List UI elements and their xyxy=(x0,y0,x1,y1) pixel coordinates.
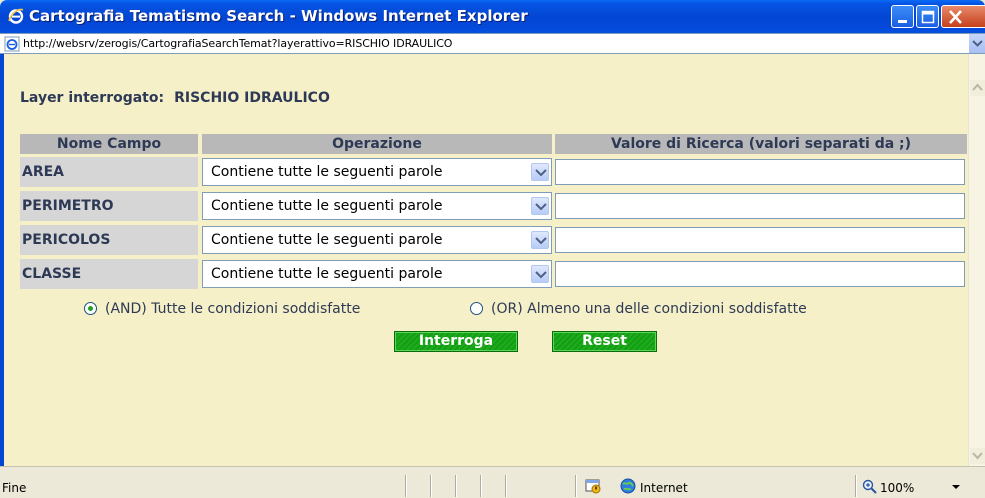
layer-value: RISCHIO IDRAULICO xyxy=(174,90,330,106)
chevron-down-icon xyxy=(535,237,547,245)
zoom-icon[interactable] xyxy=(862,479,878,495)
address-dropdown-button[interactable] xyxy=(968,34,985,53)
chevron-down-icon xyxy=(535,271,547,279)
radio-or[interactable]: (OR) Almeno una delle condizioni soddisf… xyxy=(470,301,807,317)
header-operazione: Operazione xyxy=(202,134,552,154)
chevron-down-icon xyxy=(972,452,983,460)
operation-select-area[interactable]: Contiene tutte le seguenti parole xyxy=(202,158,552,186)
value-input-area[interactable] xyxy=(555,159,965,185)
field-name-perimetro: PERIMETRO xyxy=(20,191,198,221)
status-divider xyxy=(405,475,406,497)
operation-select-value: Contiene tutte le seguenti parole xyxy=(211,232,443,248)
page-content: Layer interrogato: RISCHIO IDRAULICO Nome… xyxy=(0,54,968,466)
field-name-area: AREA xyxy=(20,157,198,187)
operation-select-pericolos[interactable]: Contiene tutte le seguenti parole xyxy=(202,226,552,254)
field-name-pericolos: PERICOLOS xyxy=(20,225,198,255)
internet-zone-icon xyxy=(620,478,636,494)
value-input-classe[interactable] xyxy=(555,261,965,287)
select-dropdown-button[interactable] xyxy=(531,231,549,249)
reset-button[interactable]: Reset xyxy=(552,331,657,352)
close-icon xyxy=(949,10,962,24)
operation-select-value: Contiene tutte le seguenti parole xyxy=(211,198,443,214)
radio-or-label: (OR) Almeno una delle condizioni soddisf… xyxy=(491,301,807,317)
select-dropdown-button[interactable] xyxy=(531,197,549,215)
status-divider xyxy=(430,475,431,497)
select-dropdown-button[interactable] xyxy=(531,163,549,181)
page-icon xyxy=(4,36,20,52)
value-input-pericolos[interactable] xyxy=(555,227,965,253)
header-nome-campo: Nome Campo xyxy=(20,134,198,154)
security-zone-label: Internet xyxy=(640,481,688,495)
operation-select-value: Contiene tutte le seguenti parole xyxy=(211,266,443,282)
title-bar: Cartografia Tematismo Search - Windows I… xyxy=(0,0,985,33)
layer-info: Layer interrogato: RISCHIO IDRAULICO xyxy=(20,90,330,106)
ie-logo-icon xyxy=(8,8,24,24)
select-dropdown-button[interactable] xyxy=(531,265,549,283)
scroll-up-button[interactable] xyxy=(970,80,985,96)
popup-blocker-icon[interactable] xyxy=(585,478,601,494)
status-divider xyxy=(480,475,481,497)
zoom-level[interactable]: 100% xyxy=(880,481,914,495)
operation-select-perimetro[interactable]: Contiene tutte le seguenti parole xyxy=(202,192,552,220)
status-divider xyxy=(575,475,576,497)
status-divider xyxy=(855,475,856,497)
chevron-down-icon xyxy=(535,169,547,177)
interroga-button[interactable]: Interroga xyxy=(394,331,518,352)
close-button[interactable] xyxy=(941,5,985,28)
chevron-down-icon xyxy=(535,203,547,211)
window-title: Cartografia Tematismo Search - Windows I… xyxy=(29,7,528,25)
operation-select-value: Contiene tutte le seguenti parole xyxy=(211,164,443,180)
vertical-scrollbar[interactable] xyxy=(968,54,985,466)
status-text: Fine xyxy=(2,481,27,495)
radio-and-button[interactable] xyxy=(84,302,97,315)
maximize-button[interactable] xyxy=(916,5,939,28)
value-input-perimetro[interactable] xyxy=(555,193,965,219)
status-divider xyxy=(505,475,506,497)
maximize-icon xyxy=(921,10,935,24)
scroll-down-button[interactable] xyxy=(970,448,985,464)
status-divider xyxy=(455,475,456,497)
header-valore-ricerca: Valore di Ricerca (valori separati da ;) xyxy=(555,134,967,154)
status-bar: Fine Internet 100% xyxy=(0,466,985,498)
radio-or-button[interactable] xyxy=(470,302,483,315)
field-name-classe: CLASSE xyxy=(20,259,198,289)
operation-select-classe[interactable]: Contiene tutte le seguenti parole xyxy=(202,260,552,288)
radio-and[interactable]: (AND) Tutte le condizioni soddisfatte xyxy=(84,301,360,317)
chevron-up-icon xyxy=(972,83,983,91)
address-url[interactable]: http://websrv/zerogis/CartografiaSearchT… xyxy=(23,37,452,50)
radio-and-label: (AND) Tutte le condizioni soddisfatte xyxy=(105,301,361,317)
minimize-button[interactable] xyxy=(891,5,914,28)
chevron-down-icon xyxy=(972,40,983,47)
layer-label: Layer interrogato: xyxy=(20,90,165,106)
zoom-dropdown-icon[interactable] xyxy=(952,485,960,490)
minimize-icon xyxy=(898,20,907,23)
address-bar[interactable]: http://websrv/zerogis/CartografiaSearchT… xyxy=(0,33,985,54)
